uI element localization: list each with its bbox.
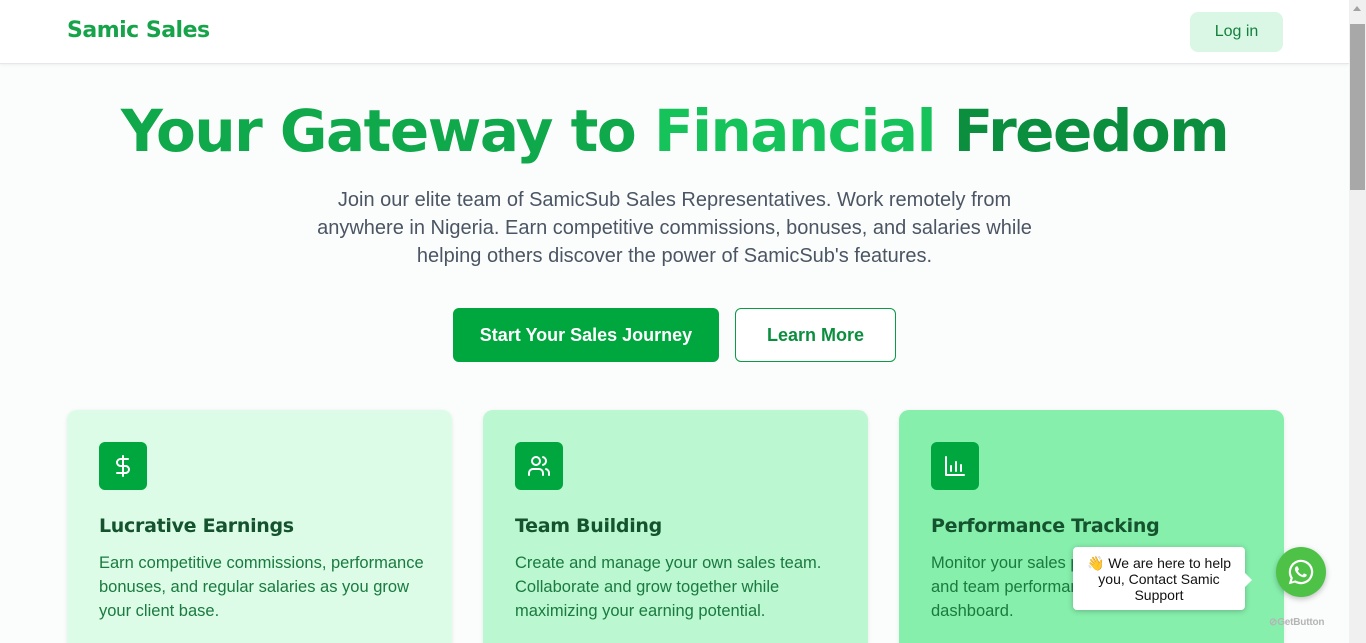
start-sales-journey-button[interactable]: Start Your Sales Journey: [453, 308, 719, 362]
chat-greeting-bubble[interactable]: 👋 We are here to help you, Contact Samic…: [1073, 547, 1252, 610]
dollar-icon: [99, 442, 147, 490]
brand-logo[interactable]: Samic Sales: [67, 18, 210, 43]
login-button[interactable]: Log in: [1190, 12, 1283, 52]
hero-title-part3: Freedom: [934, 97, 1230, 165]
feature-card-team-building: Team Building Create and manage your own…: [483, 410, 868, 643]
hero-title-part1: Your Gateway to: [120, 97, 654, 165]
learn-more-button[interactable]: Learn More: [735, 308, 896, 362]
feature-card-earnings: Lucrative Earnings Earn competitive comm…: [67, 410, 452, 643]
feature-title: Team Building: [515, 515, 662, 537]
hero-subtitle: Join our elite team of SamicSub Sales Re…: [317, 189, 1032, 267]
feature-description: Create and manage your own sales team. C…: [515, 554, 822, 620]
feature-title: Lucrative Earnings: [99, 515, 294, 537]
getbutton-credit[interactable]: ⊘GetButton: [1269, 617, 1324, 628]
hero-title-part2: Financial: [653, 97, 937, 165]
getbutton-label: GetButton: [1277, 617, 1325, 628]
site-header: Samic Sales Log in: [0, 0, 1349, 64]
bar-chart-icon: [931, 442, 979, 490]
getbutton-link-icon: ⊘: [1269, 617, 1278, 628]
whatsapp-chat-button[interactable]: [1276, 547, 1326, 597]
feature-description: Earn competitive commissions, performanc…: [99, 554, 424, 620]
users-icon: [515, 442, 563, 490]
scroll-up-arrow-icon[interactable]: [1353, 6, 1361, 11]
whatsapp-icon: [1288, 559, 1314, 585]
feature-title: Performance Tracking: [931, 515, 1160, 537]
hero-title: Your Gateway to Financial Freedom: [0, 98, 1349, 164]
page: Samic Sales Log in Your Gateway to Finan…: [0, 0, 1349, 643]
page-scrollbar[interactable]: [1349, 0, 1366, 643]
scroll-thumb[interactable]: [1350, 24, 1365, 190]
